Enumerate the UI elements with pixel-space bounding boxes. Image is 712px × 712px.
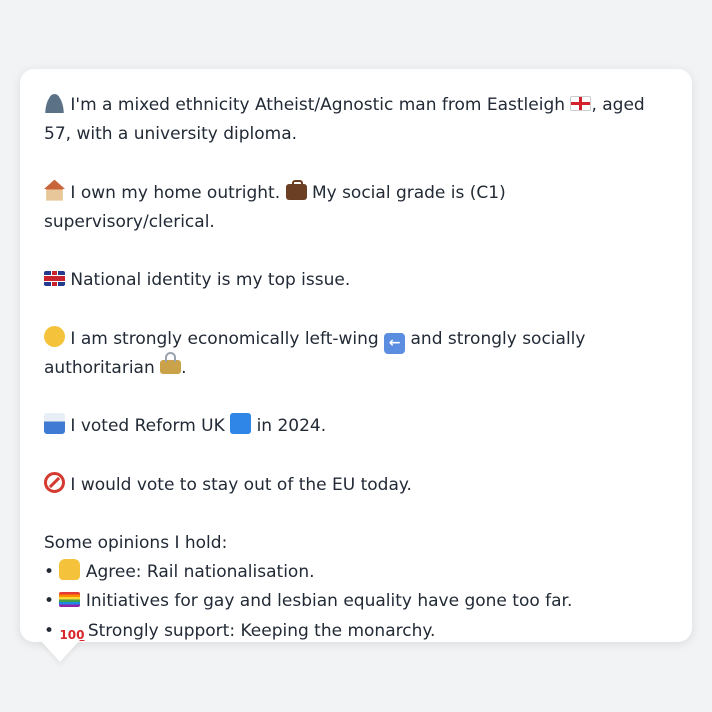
opinion-text: Initiatives for gay and lesbian equality… xyxy=(85,591,573,612)
lock-icon xyxy=(160,351,182,374)
vote-paragraph: I voted Reform UK in 2024. xyxy=(44,412,668,441)
opinion-text: Agree: Rail nationalisation. xyxy=(85,562,315,583)
no-entry-icon xyxy=(44,471,65,493)
list-item: • Initiatives for gay and lesbian equali… xyxy=(44,587,668,616)
persona-card: I'm a mixed ethnicity Atheist/Agnostic m… xyxy=(20,69,692,642)
vote-text: I voted Reform UK xyxy=(70,416,225,437)
eu-text: I would vote to stay out of the EU today… xyxy=(70,474,412,495)
thumbs-up-icon xyxy=(59,559,81,581)
vote-year-text: in 2024. xyxy=(256,416,327,437)
list-item: • Agree: Rail nationalisation. xyxy=(44,558,668,587)
page: I'm a mixed ethnicity Atheist/Agnostic m… xyxy=(0,0,712,712)
ideology-paragraph: I am strongly economically left-wing ← a… xyxy=(44,325,668,383)
home-text: I own my home outright. xyxy=(70,182,281,203)
briefcase-icon xyxy=(285,179,307,200)
identity-text: I'm a mixed ethnicity Atheist/Agnostic m… xyxy=(70,95,566,115)
list-item: • 100 Strongly support: Keeping the mona… xyxy=(44,617,668,646)
bust-in-silhouette-icon xyxy=(44,92,65,113)
blue-square-icon xyxy=(230,413,252,435)
issue-text: National identity is my top issue. xyxy=(70,270,351,291)
issue-paragraph: National identity is my top issue. xyxy=(44,266,668,295)
thinking-face-icon xyxy=(44,325,65,347)
opinion-text: Strongly support: Keeping the monarchy. xyxy=(87,620,436,641)
speech-bubble-tail xyxy=(40,640,80,662)
opinions-heading: Some opinions I hold: xyxy=(44,532,228,553)
econ-text: I am strongly economically left-wing xyxy=(70,328,379,349)
bullet: • xyxy=(44,591,55,612)
identity-paragraph: I'm a mixed ethnicity Atheist/Agnostic m… xyxy=(44,91,668,149)
ballot-box-icon xyxy=(44,413,65,435)
uk-flag-icon xyxy=(44,271,65,287)
ideology-end: . xyxy=(181,357,187,378)
home-paragraph: I own my home outright. My social grade … xyxy=(44,179,668,237)
england-flag-icon xyxy=(570,96,592,111)
eu-paragraph: I would vote to stay out of the EU today… xyxy=(44,471,668,500)
house-icon xyxy=(44,179,65,201)
rainbow-flag-icon xyxy=(59,592,81,608)
bullet: • xyxy=(44,620,55,641)
left-arrow-icon: ← xyxy=(384,332,406,354)
opinions-list: Some opinions I hold: • Agree: Rail nati… xyxy=(44,529,668,646)
bullet: • xyxy=(44,562,55,583)
